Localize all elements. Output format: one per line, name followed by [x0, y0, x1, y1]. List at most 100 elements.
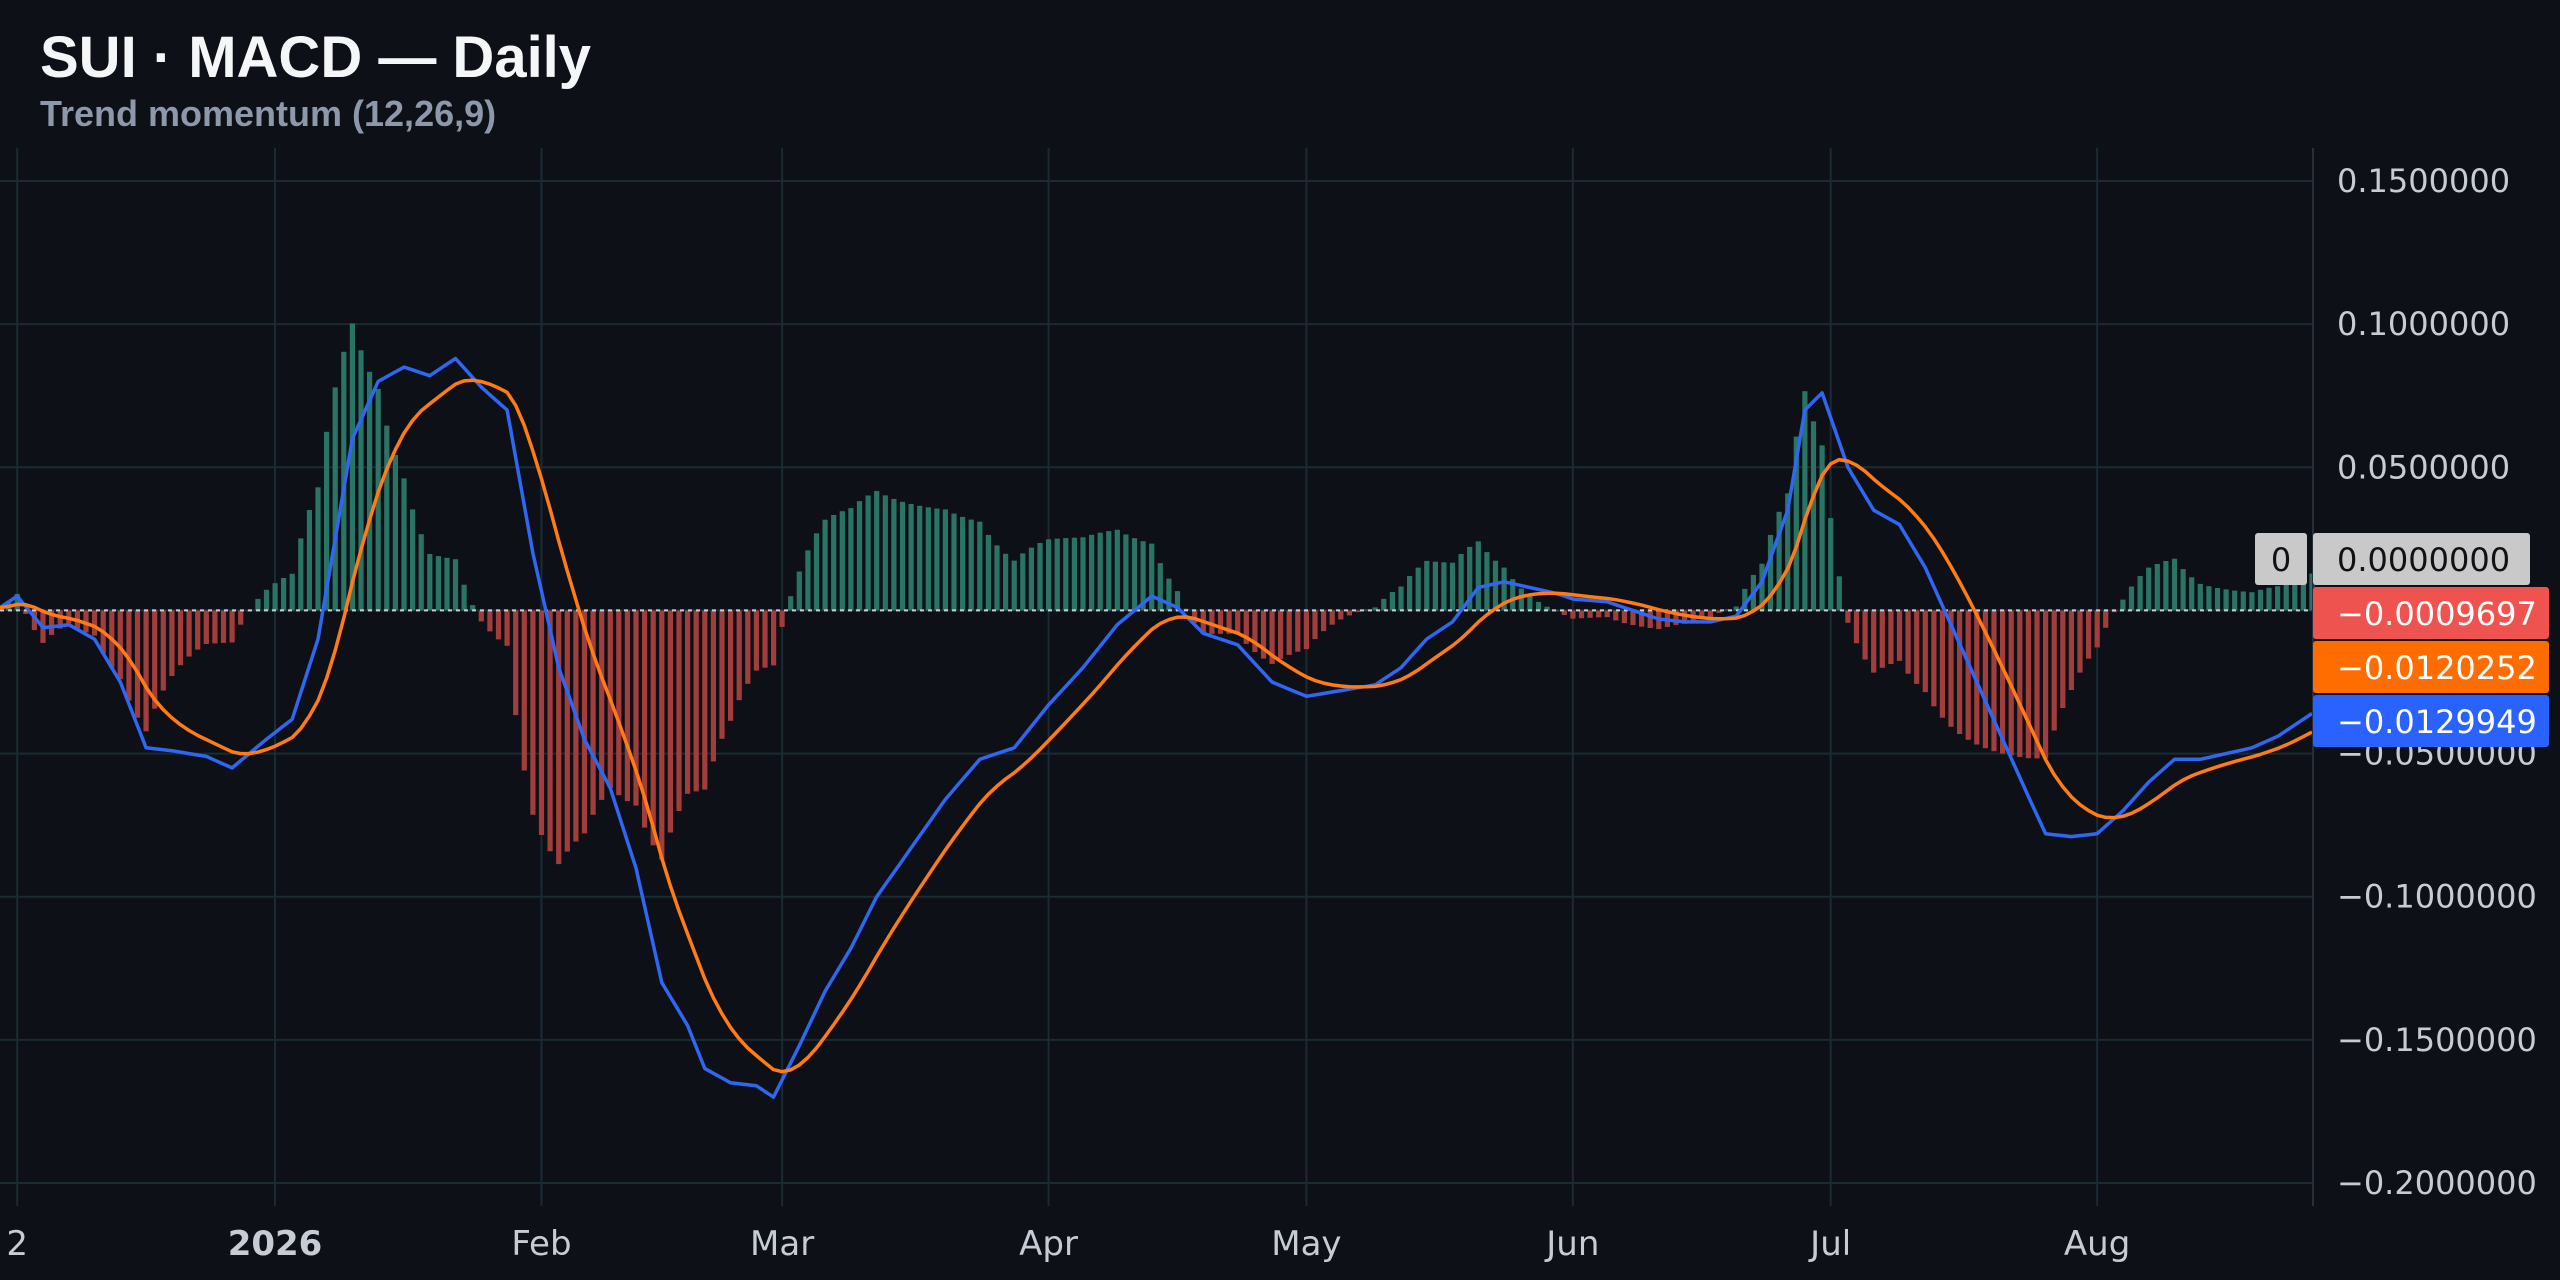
- histogram-bar: [556, 610, 562, 865]
- histogram-bar: [478, 610, 484, 622]
- histogram-bar: [1587, 610, 1593, 618]
- histogram-bar: [203, 610, 209, 644]
- histogram-bar: [92, 610, 98, 636]
- histogram-bar: [2171, 558, 2178, 611]
- histogram-bar: [2214, 588, 2221, 611]
- histogram-bar: [255, 598, 261, 611]
- histogram-bar: [951, 513, 957, 611]
- histogram-bar: [160, 610, 166, 691]
- histogram-bar: [822, 519, 828, 611]
- histogram-bar: [1389, 592, 1395, 611]
- histogram-bar: [1157, 563, 1163, 611]
- histogram-bar: [1957, 610, 1963, 734]
- histogram-bar: [779, 610, 785, 627]
- histogram-bar: [1535, 601, 1542, 611]
- histogram-bar: [1080, 537, 1086, 611]
- signal-line: [0, 378, 2313, 1074]
- histogram-bar: [590, 610, 596, 815]
- histogram-bar: [2068, 610, 2074, 690]
- histogram-bar: [676, 610, 682, 811]
- histogram-bar: [401, 478, 407, 611]
- histogram-bar: [891, 498, 897, 611]
- histogram-bar: [315, 487, 321, 611]
- histogram-bar: [1355, 610, 1361, 613]
- histogram-bar: [1621, 610, 1627, 623]
- histogram-bar: [1931, 610, 1937, 707]
- histogram-bar: [1862, 610, 1868, 660]
- histogram-bar: [2128, 586, 2135, 611]
- histogram-bar: [1321, 610, 1327, 632]
- histogram-bar: [195, 610, 201, 650]
- histogram-bar: [985, 534, 991, 611]
- histogram-bar: [968, 519, 974, 611]
- histogram-last-value: −0.0009697: [2337, 595, 2537, 633]
- histogram-bar: [2232, 590, 2238, 611]
- histogram-bar: [1596, 610, 1602, 618]
- histogram-bar: [564, 610, 570, 852]
- histogram-bar: [753, 610, 759, 671]
- histogram-bar: [728, 610, 734, 721]
- macd-chart[interactable]: 0.15000000.10000000.0500000−0.0500000−0.…: [0, 0, 2560, 1280]
- histogram-bar: [298, 538, 304, 611]
- histogram-bar: [934, 508, 940, 611]
- histogram-bar: [1484, 552, 1490, 611]
- histogram-bar: [650, 610, 656, 846]
- histogram-bar: [220, 610, 227, 643]
- histogram-bar: [2266, 587, 2272, 611]
- macd-line: [0, 356, 2313, 1099]
- histogram-bar: [186, 610, 192, 657]
- histogram-bar: [229, 610, 235, 643]
- signal-last-value: −0.0120252: [2337, 649, 2537, 687]
- histogram-bar: [874, 491, 880, 611]
- histogram-bar: [1028, 547, 1034, 611]
- histogram-bar: [805, 550, 811, 611]
- histogram-bar: [813, 533, 820, 611]
- histogram-bar: [745, 610, 751, 684]
- histogram-bar: [1879, 610, 1885, 668]
- histogram-bar: [1828, 518, 1834, 611]
- histogram-bar: [1123, 534, 1129, 611]
- histogram-bar: [134, 610, 141, 718]
- histogram-bar: [547, 610, 553, 852]
- histogram-bar: [2163, 561, 2169, 611]
- histogram-bar: [2103, 610, 2109, 628]
- histogram-bar: [1131, 538, 1138, 611]
- x-tick-label: Feb: [511, 1224, 571, 1264]
- histogram-bar: [1449, 562, 1456, 611]
- x-tick-label: Jun: [1544, 1224, 1599, 1264]
- histogram-bar: [960, 516, 966, 611]
- histogram-bar: [2257, 589, 2264, 611]
- histogram-bar: [1329, 610, 1335, 625]
- histogram-bar: [831, 515, 837, 611]
- histogram-bar: [1003, 553, 1009, 611]
- histogram-bar: [538, 610, 545, 835]
- histogram-bar: [306, 510, 312, 611]
- histogram-bar: [2206, 586, 2212, 611]
- histogram-bar: [1037, 543, 1043, 611]
- histogram-bar: [521, 610, 527, 771]
- histogram-bar: [1381, 598, 1387, 611]
- histogram-bar: [530, 610, 536, 815]
- histogram-bar: [332, 387, 338, 611]
- grid-lines: [0, 148, 2312, 1206]
- histogram-bar: [1578, 610, 1585, 619]
- histogram-bar: [152, 610, 158, 709]
- histogram-bar: [358, 350, 364, 611]
- histogram-bar: [513, 610, 519, 716]
- histogram-bar: [1046, 539, 1052, 611]
- histogram-bar: [2120, 599, 2126, 611]
- x-tick-label: Aug: [2064, 1224, 2130, 1264]
- histogram-bar: [977, 521, 983, 611]
- histogram-bar: [435, 556, 441, 611]
- histogram-bar: [1011, 560, 1017, 611]
- y-tick-label: −0.1000000: [2337, 878, 2537, 916]
- histogram-bar: [1286, 610, 1292, 655]
- histogram-bar: [624, 610, 630, 801]
- x-axis-ticks: 2 2026 Feb Mar Apr May Jun Jul Aug: [6, 1224, 2130, 1264]
- histogram-bar: [1424, 560, 1430, 611]
- histogram-bar: [2154, 564, 2160, 611]
- histogram-bar: [410, 509, 416, 611]
- histogram-bar: [693, 610, 699, 792]
- histogram-bar: [1149, 543, 1155, 611]
- histogram-bar: [788, 596, 794, 611]
